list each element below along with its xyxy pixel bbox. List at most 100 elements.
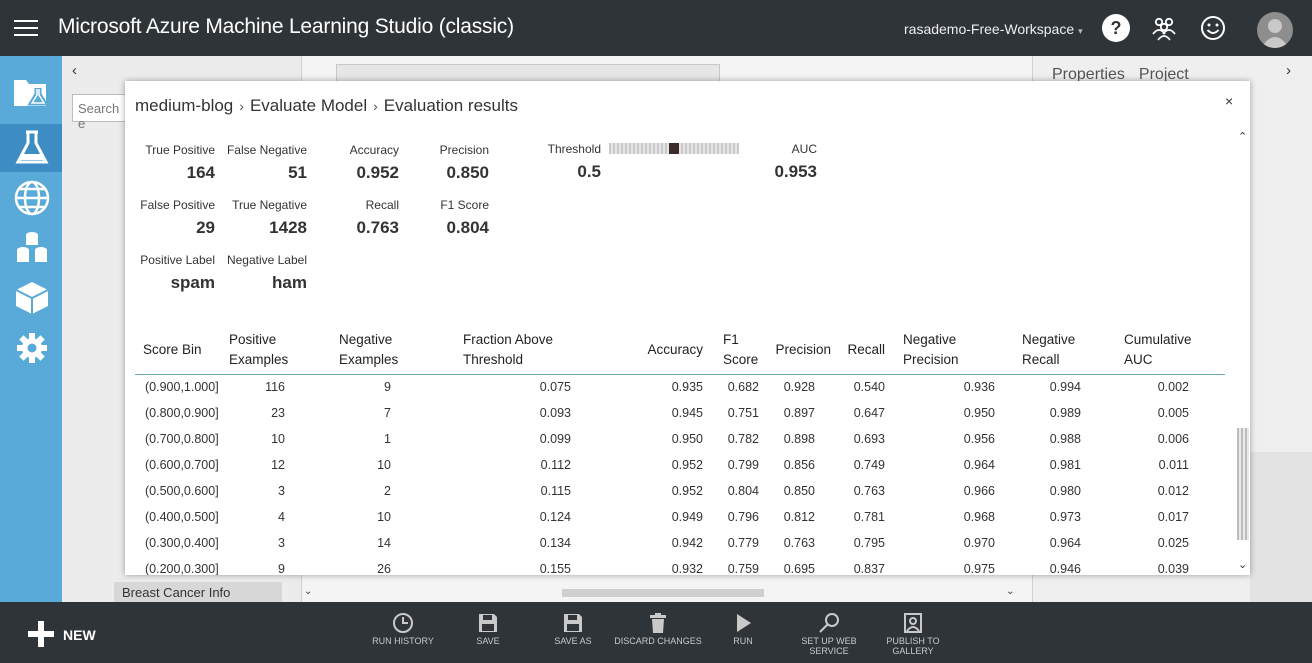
table-cell: 0.782	[727, 432, 759, 446]
metric-value: 0.804	[446, 218, 489, 237]
table-cell: 0.796	[727, 510, 759, 524]
table-cell: 12	[271, 458, 285, 472]
table-row: (0.700,0.800] 10 1 0.099 0.950 0.782 0.898 0.69…	[135, 426, 1225, 452]
palette-item-breast-cancer-info[interactable]: Breast Cancer Info	[114, 582, 282, 602]
threshold-slider-handle[interactable]	[669, 143, 679, 154]
breadcrumb-page: Evaluation results	[383, 96, 518, 115]
scrollbar-thumb[interactable]	[1237, 428, 1249, 540]
set-up-web-service-button[interactable]: SET UP WEB SERVICE	[798, 612, 860, 658]
column-header[interactable]: Precision	[763, 326, 835, 375]
help-icon[interactable]: ?	[1102, 14, 1130, 42]
scrollbar-thumb[interactable]	[562, 589, 764, 597]
rail-item-web-services[interactable]	[0, 174, 62, 222]
palette-search-input[interactable]: Search e	[72, 94, 132, 131]
column-header[interactable]: Score Bin	[135, 326, 225, 375]
column-header[interactable]: Negative Examples	[305, 326, 425, 375]
metric-label: F1 Score	[440, 198, 489, 212]
table-row: (0.900,1.000] 116 9 0.075 0.935 0.682 0.928 0.5…	[135, 374, 1225, 400]
table-cell: 10	[377, 458, 391, 472]
metric-auc: AUC 0.953	[755, 142, 817, 182]
metric-label: Precision	[439, 143, 489, 157]
community-icon[interactable]	[1150, 14, 1178, 42]
metric-false-positive: False Positive 29	[140, 198, 215, 238]
workspace-selector[interactable]: rasademo-Free-Workspace ▾	[904, 21, 1083, 37]
quick-help-panel	[1250, 452, 1312, 602]
column-header[interactable]: F1 Score	[707, 326, 763, 375]
column-header-text: Score Bin	[143, 341, 202, 357]
table-cell: 0.011	[1158, 458, 1189, 472]
feedback-smile-icon[interactable]	[1199, 14, 1227, 42]
breadcrumb: medium-blog › Evaluate Model › Evaluation re…	[135, 96, 518, 116]
scroll-up-icon[interactable]: ⌃	[1238, 130, 1247, 143]
metric-label: Recall	[365, 198, 399, 212]
table-cell: 0.812	[783, 510, 815, 524]
metric-label: AUC	[791, 142, 817, 156]
hamburger-menu-icon[interactable]	[14, 20, 38, 38]
table-cell: 0.975	[963, 562, 995, 575]
clock-icon	[393, 613, 413, 633]
table-cell: 0.115	[540, 484, 571, 498]
table-cell: 0.898	[783, 432, 815, 446]
run-button[interactable]: RUN	[726, 612, 760, 658]
rail-item-datasets[interactable]	[0, 224, 62, 272]
column-header[interactable]: Negative Precision	[889, 326, 999, 375]
table-cell: 0.749	[853, 458, 885, 472]
workspace-name: rasademo-Free-Workspace	[904, 21, 1075, 37]
table-row: (0.300,0.400] 3 14 0.134 0.942 0.779 0.763 0.79…	[135, 530, 1225, 556]
rail-item-experiments[interactable]	[0, 124, 62, 172]
save-as-button[interactable]: SAVE AS	[550, 612, 596, 658]
command-label: PUBLISH TO GALLERY	[886, 636, 940, 656]
table-cell: 0.693	[853, 432, 885, 446]
avatar[interactable]	[1257, 12, 1293, 48]
threshold-slider[interactable]	[609, 143, 739, 154]
column-header-text: Precision	[775, 341, 831, 357]
run-history-button[interactable]: RUN HISTORY	[368, 612, 438, 658]
dialog-vertical-scrollbar[interactable]: ⌃ ⌄	[1236, 130, 1250, 576]
scroll-left-icon[interactable]: ⌄	[304, 586, 312, 597]
publish-to-gallery-button[interactable]: PUBLISH TO GALLERY	[880, 612, 946, 658]
column-header[interactable]: Positive Examples	[225, 326, 305, 375]
column-header-text: Negative	[903, 331, 957, 347]
column-header-text: Cumulative	[1124, 331, 1192, 347]
save-button[interactable]: SAVE	[468, 612, 508, 658]
table-cell: 0.964	[963, 458, 995, 472]
metric-precision: Precision 0.850	[429, 143, 489, 183]
column-header[interactable]: Fraction Above Threshold	[425, 326, 575, 375]
metric-value: ham	[272, 273, 307, 292]
discard-changes-button[interactable]: DISCARD CHANGES	[612, 612, 704, 658]
column-header[interactable]: Accuracy	[575, 326, 707, 375]
play-icon	[737, 614, 751, 632]
table-cell: 0.966	[963, 484, 995, 498]
metric-value: 0.763	[356, 218, 399, 237]
metric-value: spam	[170, 273, 215, 292]
table-cell: 0.025	[1157, 536, 1189, 550]
left-nav-rail	[0, 56, 62, 602]
table-cell: 0.952	[671, 484, 703, 498]
chevron-down-icon: ▾	[1078, 26, 1083, 36]
table-cell: 0.763	[853, 484, 885, 498]
table-cell: 0.012	[1157, 484, 1189, 498]
expand-properties-icon[interactable]: ›	[1286, 62, 1291, 79]
table-cell: 0.781	[853, 510, 885, 524]
scroll-right-icon[interactable]: ⌄	[1006, 586, 1014, 597]
experiments-icon	[15, 130, 49, 164]
column-header[interactable]: Negative Recall	[999, 326, 1109, 375]
rail-item-settings[interactable]	[0, 324, 62, 372]
collapse-palette-icon[interactable]: ‹	[72, 62, 77, 79]
scroll-down-icon[interactable]: ⌄	[1238, 558, 1247, 571]
rail-item-trained-models[interactable]	[0, 274, 62, 322]
table-row: (0.800,0.900] 23 7 0.093 0.945 0.751 0.897 0.64…	[135, 400, 1225, 426]
table-cell: 0.837	[853, 562, 885, 575]
metric-value: 51	[288, 163, 307, 182]
rail-item-projects[interactable]	[0, 68, 62, 116]
column-header-text: Negative	[1022, 331, 1076, 347]
table-cell: (0.700,0.800]	[145, 432, 219, 446]
table-cell: 0.952	[671, 458, 703, 472]
column-header[interactable]: Recall	[835, 326, 889, 375]
table-row: (0.200,0.300] 9 26 0.155 0.932 0.759 0.695 0.83…	[135, 556, 1225, 575]
column-header-text: AUC	[1124, 351, 1153, 367]
canvas-horizontal-scrollbar[interactable]: ⌄ ⌄	[302, 586, 1032, 600]
table-cell: 116	[265, 380, 285, 395]
column-header[interactable]: Cumulative AUC	[1109, 326, 1225, 375]
close-icon[interactable]: ×	[1225, 93, 1233, 109]
